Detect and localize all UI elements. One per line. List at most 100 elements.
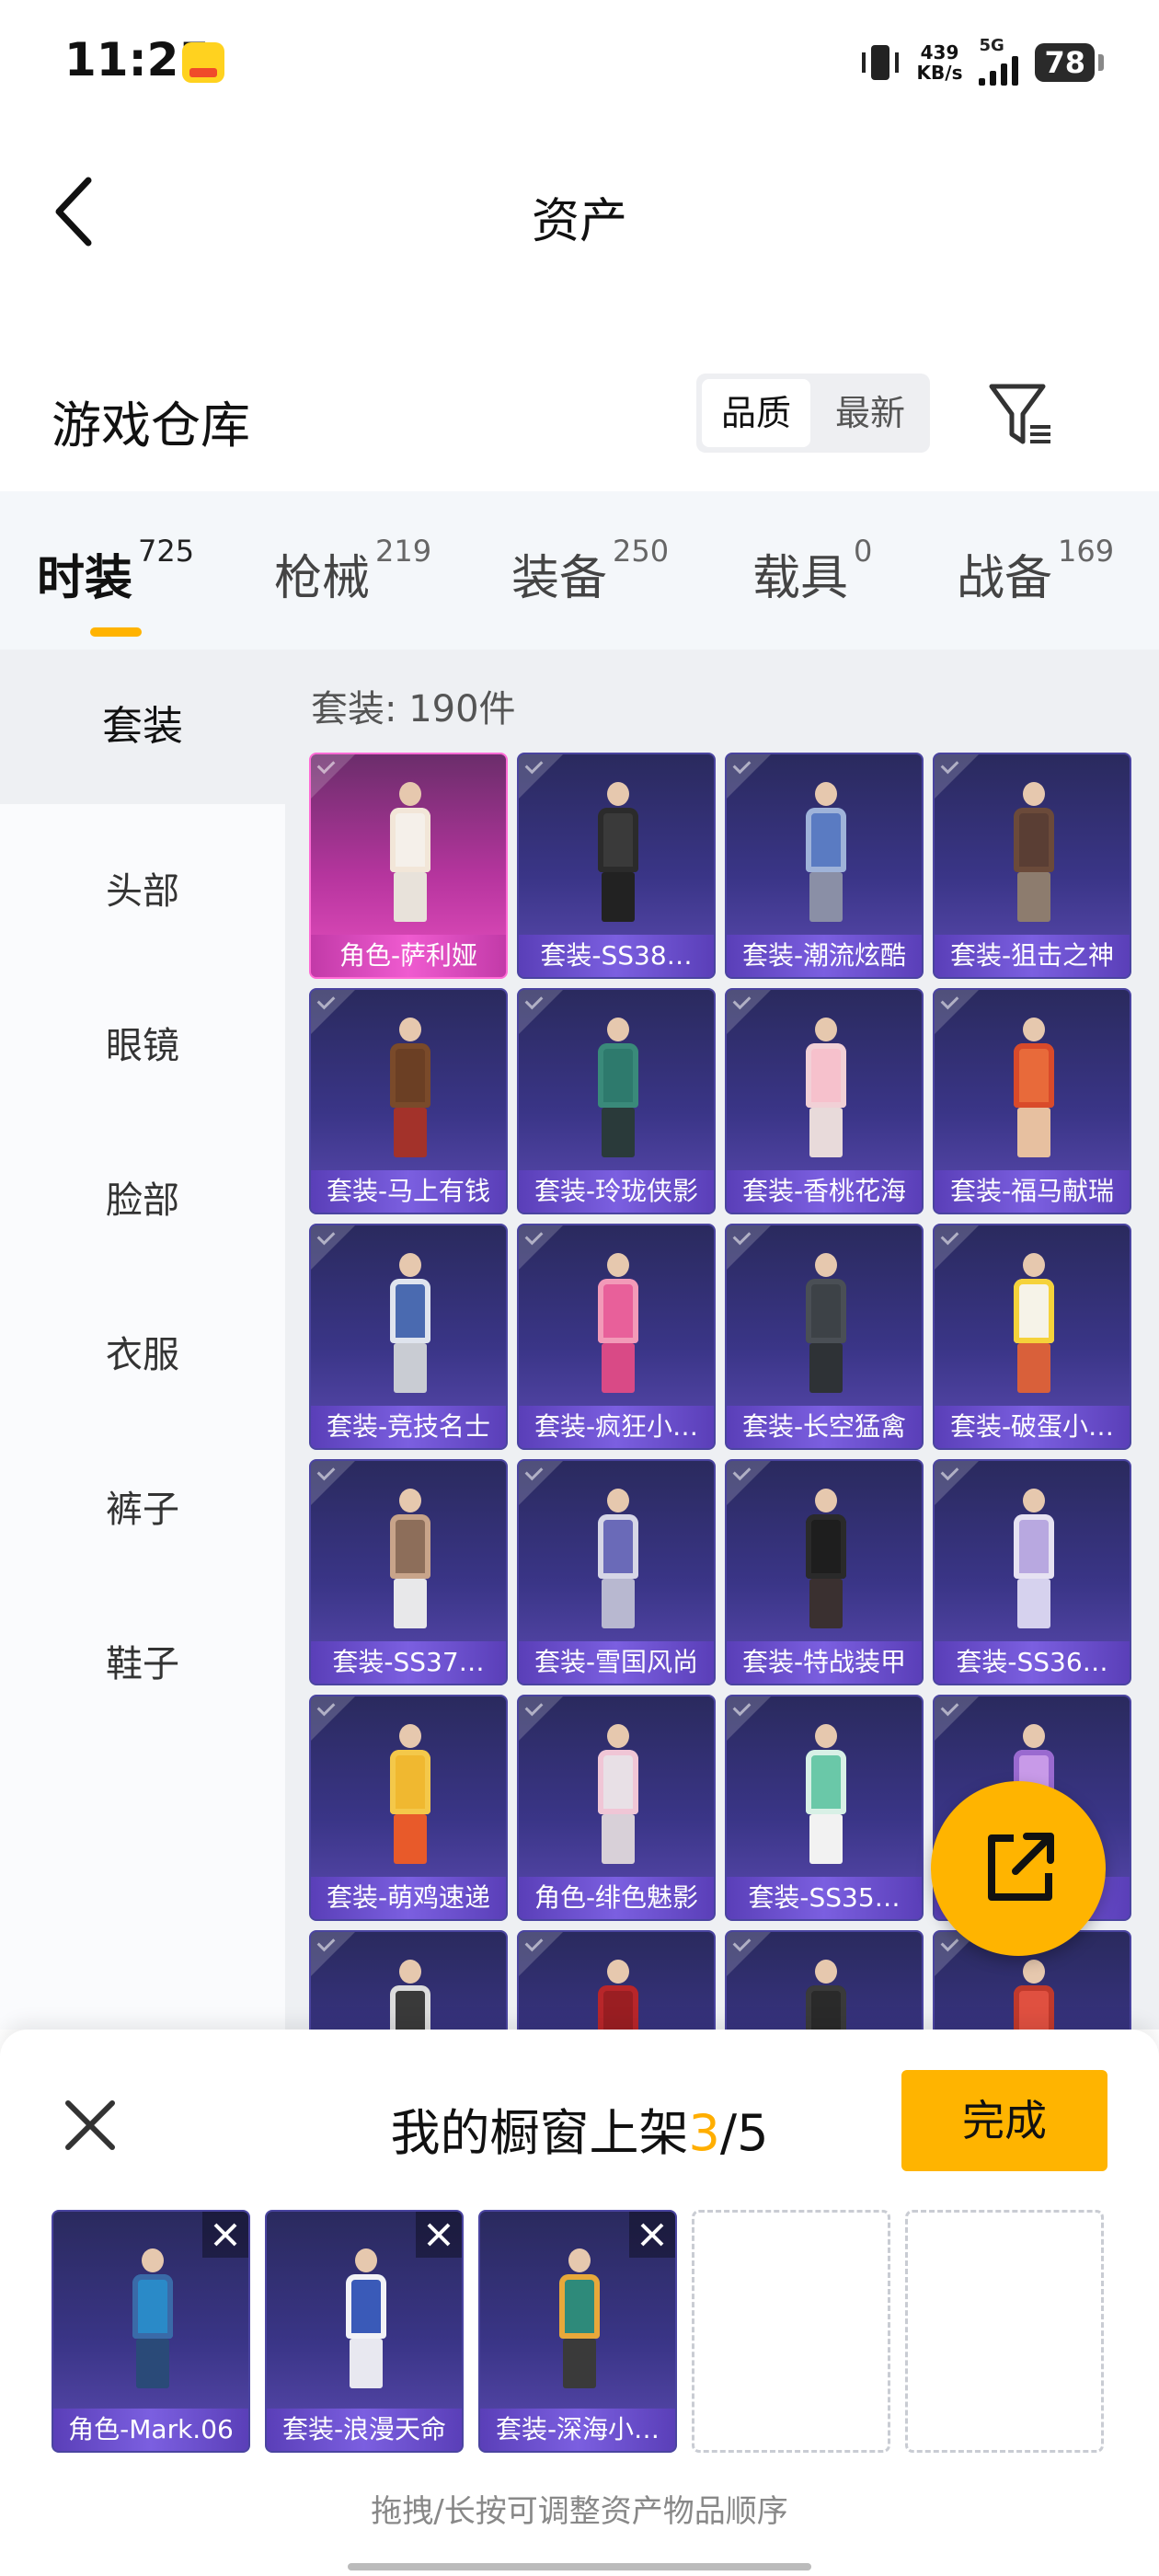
sidebar-item-pants[interactable]: 裤子 <box>0 1479 285 1533</box>
item-card[interactable]: 套装-福马献瑞 <box>933 988 1131 1214</box>
sidebar-item-clothes[interactable]: 衣服 <box>0 1325 285 1378</box>
select-check-icon[interactable] <box>935 990 979 1034</box>
select-check-icon[interactable] <box>311 990 355 1034</box>
showcase-empty-slot[interactable] <box>692 2210 890 2453</box>
item-card[interactable] <box>517 1930 716 2030</box>
item-card[interactable]: 套装-萌鸡速递 <box>309 1695 508 1921</box>
item-thumbnail <box>793 1489 859 1628</box>
item-card[interactable]: 套装-香桃花海 <box>725 988 924 1214</box>
share-button[interactable] <box>931 1781 1106 1956</box>
select-check-icon[interactable] <box>519 1225 563 1270</box>
item-card-label: 套装-竞技名士 <box>311 1406 506 1448</box>
category-sidebar: 套装 头部 眼镜 脸部 衣服 裤子 鞋子 <box>0 650 285 2030</box>
item-card[interactable]: 套装-破蛋小… <box>933 1224 1131 1450</box>
select-check-icon[interactable] <box>935 1461 979 1505</box>
item-card-label: 套装-狙击之神 <box>935 935 1130 977</box>
filter-button[interactable] <box>984 377 1058 451</box>
item-card-label: 套装-SS37… <box>311 1641 506 1684</box>
tab-fashion[interactable]: 时装 725 <box>37 534 194 637</box>
select-check-icon[interactable] <box>519 754 563 799</box>
select-check-icon[interactable] <box>727 754 771 799</box>
showcase-slot-label: 套装-浪漫天命 <box>267 2409 462 2451</box>
select-check-icon[interactable] <box>519 1932 563 1976</box>
item-card[interactable]: 套装-马上有钱 <box>309 988 508 1214</box>
select-check-icon[interactable] <box>935 1696 979 1741</box>
select-check-icon[interactable] <box>519 1461 563 1505</box>
item-card-label: 套装-长空猛禽 <box>727 1406 922 1448</box>
item-card[interactable] <box>725 1930 924 2030</box>
tab-equipment[interactable]: 装备 250 <box>511 534 669 608</box>
item-card-label: 套装-雪国风尚 <box>519 1641 714 1684</box>
tab-guns[interactable]: 枪械 219 <box>274 534 431 608</box>
sidebar-item-shoes[interactable]: 鞋子 <box>0 1634 285 1687</box>
item-card[interactable]: 套装-SS37… <box>309 1459 508 1685</box>
select-check-icon[interactable] <box>935 1225 979 1270</box>
item-thumbnail <box>377 1253 443 1393</box>
item-card[interactable]: 套装-雪国风尚 <box>517 1459 716 1685</box>
select-check-icon[interactable] <box>311 1696 355 1741</box>
item-card[interactable]: 套装-潮流炫酷 <box>725 753 924 979</box>
showcase-empty-slot[interactable] <box>905 2210 1104 2453</box>
select-check-icon[interactable] <box>727 1461 771 1505</box>
select-check-icon[interactable] <box>311 1461 355 1505</box>
item-card[interactable]: 套装-SS36… <box>933 1459 1131 1685</box>
item-card-label: 套装-特战装甲 <box>727 1641 922 1684</box>
item-thumbnail <box>585 1489 651 1628</box>
sort-option-quality[interactable]: 品质 <box>702 379 810 447</box>
item-thumbnail <box>793 1724 859 1864</box>
net-speed: 439 KB/s <box>917 42 963 83</box>
item-thumbnail <box>793 782 859 922</box>
sidebar-item-glasses[interactable]: 眼镜 <box>0 1016 285 1069</box>
select-check-icon[interactable] <box>311 1225 355 1270</box>
select-check-icon[interactable] <box>519 1696 563 1741</box>
item-card[interactable]: 角色-萨利娅 <box>309 753 508 979</box>
item-thumbnail <box>585 782 651 922</box>
item-thumbnail <box>585 1960 651 2030</box>
item-card[interactable]: 套装-长空猛禽 <box>725 1224 924 1450</box>
sidebar-item-head[interactable]: 头部 <box>0 861 285 914</box>
item-card-label: 套装-破蛋小… <box>935 1406 1130 1448</box>
item-thumbnail <box>585 1253 651 1393</box>
item-card[interactable]: 套装-玲珑侠影 <box>517 988 716 1214</box>
remove-icon[interactable] <box>202 2212 248 2258</box>
item-card-label: 套装-潮流炫酷 <box>727 935 922 977</box>
filter-icon <box>989 384 1050 444</box>
select-check-icon[interactable] <box>727 1932 771 1976</box>
showcase-slot-label: 套装-深海小… <box>480 2409 675 2451</box>
tab-supplies[interactable]: 战备 169 <box>957 534 1114 608</box>
item-thumbnail <box>377 1489 443 1628</box>
showcase-title-text: 我的橱窗上架 <box>390 2104 689 2162</box>
item-card[interactable]: 角色-绯色魅影 <box>517 1695 716 1921</box>
item-card[interactable]: 套装-狙击之神 <box>933 753 1131 979</box>
select-check-icon[interactable] <box>727 1696 771 1741</box>
remove-icon[interactable] <box>416 2212 462 2258</box>
sort-option-newest[interactable]: 最新 <box>816 379 924 447</box>
item-card-label: 套装-疯狂小… <box>519 1406 714 1448</box>
item-card[interactable]: 套装-疯狂小… <box>517 1224 716 1450</box>
item-card[interactable]: 套装-SS35… <box>725 1695 924 1921</box>
item-card[interactable]: 套装-特战装甲 <box>725 1459 924 1685</box>
sidebar-item-suit[interactable]: 套装 <box>0 650 285 804</box>
showcase-slot[interactable]: 角色-Mark.06 <box>52 2210 250 2453</box>
item-card[interactable] <box>309 1930 508 2030</box>
item-card[interactable]: 套装-竞技名士 <box>309 1224 508 1450</box>
home-indicator[interactable] <box>348 2563 811 2570</box>
select-check-icon[interactable] <box>727 1225 771 1270</box>
select-check-icon[interactable] <box>311 1932 355 1976</box>
select-check-icon[interactable] <box>727 990 771 1034</box>
item-card-label: 角色-绯色魅影 <box>519 1877 714 1919</box>
item-thumbnail <box>377 1960 443 2030</box>
item-card-label: 套装-SS38… <box>519 935 714 977</box>
tab-vehicles[interactable]: 载具 0 <box>752 534 872 608</box>
showcase-slot[interactable]: 套装-浪漫天命 <box>265 2210 464 2453</box>
item-card[interactable]: 套装-SS38… <box>517 753 716 979</box>
item-thumbnail <box>1001 1253 1067 1393</box>
showcase-slot[interactable]: 套装-深海小… <box>478 2210 677 2453</box>
remove-icon[interactable] <box>629 2212 675 2258</box>
select-check-icon[interactable] <box>311 754 355 799</box>
showcase-count-separator: / <box>719 2104 738 2162</box>
done-button[interactable]: 完成 <box>901 2070 1107 2171</box>
sidebar-item-face[interactable]: 脸部 <box>0 1170 285 1224</box>
select-check-icon[interactable] <box>519 990 563 1034</box>
select-check-icon[interactable] <box>935 754 979 799</box>
